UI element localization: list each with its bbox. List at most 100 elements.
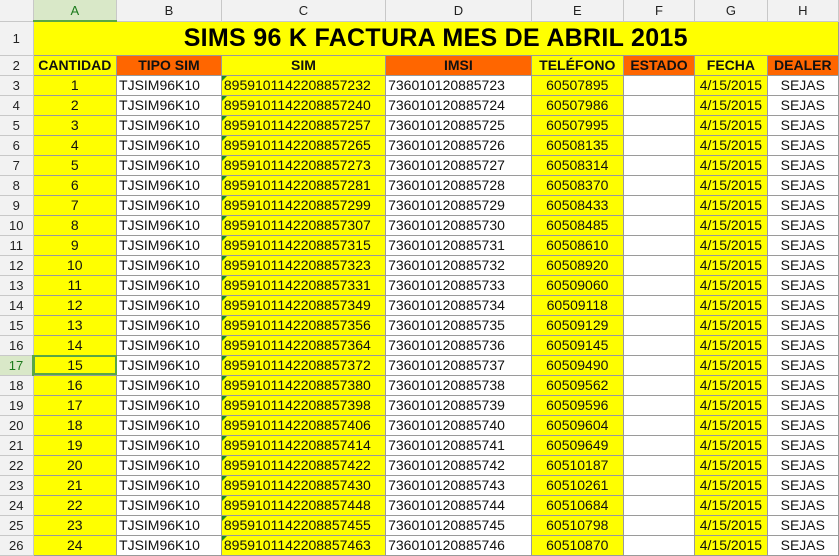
cell-telefono[interactable]: 60507995: [531, 115, 624, 136]
row-header[interactable]: 9: [0, 195, 34, 216]
cell-telefono[interactable]: 60508485: [531, 215, 624, 236]
cell-fecha[interactable]: 4/15/2015: [694, 495, 768, 516]
cell-estado[interactable]: [623, 135, 696, 156]
cell-imsi[interactable]: 736010120885739: [385, 395, 532, 416]
cell-tipo-sim[interactable]: TJSIM96K10: [116, 315, 222, 336]
cell-estado[interactable]: [623, 415, 696, 436]
cell-fecha[interactable]: 4/15/2015: [694, 535, 768, 556]
cell-cantidad[interactable]: 13: [33, 315, 118, 336]
cell-imsi[interactable]: 736010120885733: [385, 275, 532, 296]
cell-telefono[interactable]: 60510261: [531, 475, 624, 496]
cell-dealer[interactable]: SEJAS: [767, 215, 839, 236]
cell-cantidad[interactable]: 20: [33, 455, 118, 476]
cell-fecha[interactable]: 4/15/2015: [694, 435, 768, 456]
cell-estado[interactable]: [623, 255, 696, 276]
cell-dealer[interactable]: SEJAS: [767, 295, 839, 316]
cell-tipo-sim[interactable]: TJSIM96K10: [116, 155, 222, 176]
cell-estado[interactable]: [623, 295, 696, 316]
row-header[interactable]: 14: [0, 295, 34, 316]
cell-dealer[interactable]: SEJAS: [767, 95, 839, 116]
cell-fecha[interactable]: 4/15/2015: [694, 215, 768, 236]
cell-sim[interactable]: 8959101142208857265: [221, 135, 387, 156]
row-header[interactable]: 21: [0, 435, 34, 456]
row-header[interactable]: 24: [0, 495, 34, 516]
cell-fecha[interactable]: 4/15/2015: [694, 395, 768, 416]
cell-dealer[interactable]: SEJAS: [767, 155, 839, 176]
cell-telefono[interactable]: 60509490: [531, 355, 624, 376]
cell-dealer[interactable]: SEJAS: [767, 375, 839, 396]
cell-telefono[interactable]: 60510870: [531, 535, 624, 556]
cell-fecha[interactable]: 4/15/2015: [694, 275, 768, 296]
cell-dealer[interactable]: SEJAS: [767, 355, 839, 376]
cell-telefono[interactable]: 60508610: [531, 235, 624, 256]
row-header[interactable]: 5: [0, 115, 34, 136]
row-header[interactable]: 13: [0, 275, 34, 296]
cell-dealer[interactable]: SEJAS: [767, 335, 839, 356]
cell-fecha[interactable]: 4/15/2015: [694, 115, 768, 136]
cell-tipo-sim[interactable]: TJSIM96K10: [116, 135, 222, 156]
cell-imsi[interactable]: 736010120885738: [385, 375, 532, 396]
cell-imsi[interactable]: 736010120885727: [385, 155, 532, 176]
cell-sim[interactable]: 8959101142208857430: [221, 475, 387, 496]
cell-estado[interactable]: [623, 215, 696, 236]
cell-estado[interactable]: [623, 335, 696, 356]
cell-sim[interactable]: 8959101142208857315: [221, 235, 387, 256]
cell-sim[interactable]: 8959101142208857299: [221, 195, 387, 216]
cell-fecha[interactable]: 4/15/2015: [694, 355, 768, 376]
cell-tipo-sim[interactable]: TJSIM96K10: [116, 295, 222, 316]
cell-tipo-sim[interactable]: TJSIM96K10: [116, 175, 222, 196]
row-header[interactable]: 10: [0, 215, 34, 236]
cell-fecha[interactable]: 4/15/2015: [694, 95, 768, 116]
cell-dealer[interactable]: SEJAS: [767, 195, 839, 216]
cell-telefono[interactable]: 60509118: [531, 295, 624, 316]
cell-fecha[interactable]: 4/15/2015: [694, 375, 768, 396]
cell-estado[interactable]: [623, 195, 696, 216]
cell-fecha[interactable]: 4/15/2015: [694, 335, 768, 356]
cell-cantidad[interactable]: 18: [33, 415, 118, 436]
cell-tipo-sim[interactable]: TJSIM96K10: [116, 95, 222, 116]
row-header[interactable]: 7: [0, 155, 34, 176]
cell-estado[interactable]: [623, 75, 696, 96]
cell-dealer[interactable]: SEJAS: [767, 135, 839, 156]
cell-sim[interactable]: 8959101142208857422: [221, 455, 387, 476]
cell-sim[interactable]: 8959101142208857398: [221, 395, 387, 416]
cell-imsi[interactable]: 736010120885740: [385, 415, 532, 436]
cell-sim[interactable]: 8959101142208857380: [221, 375, 387, 396]
cell-tipo-sim[interactable]: TJSIM96K10: [116, 515, 222, 536]
cell-fecha[interactable]: 4/15/2015: [694, 135, 768, 156]
cell-sim[interactable]: 8959101142208857463: [221, 535, 387, 556]
cell-tipo-sim[interactable]: TJSIM96K10: [116, 195, 222, 216]
row-header[interactable]: 12: [0, 255, 34, 276]
header-dealer[interactable]: DEALER: [767, 55, 839, 76]
cell-cantidad[interactable]: 3: [33, 115, 118, 136]
row-header[interactable]: 4: [0, 95, 34, 116]
header-estado[interactable]: ESTADO: [623, 55, 696, 76]
cell-cantidad[interactable]: 7: [33, 195, 118, 216]
cell-cantidad[interactable]: 9: [33, 235, 118, 256]
cell-imsi[interactable]: 736010120885745: [385, 515, 532, 536]
cell-imsi[interactable]: 736010120885746: [385, 535, 532, 556]
cell-estado[interactable]: [623, 535, 696, 556]
cell-estado[interactable]: [623, 495, 696, 516]
row-header[interactable]: 17: [0, 355, 35, 376]
cell-dealer[interactable]: SEJAS: [767, 235, 839, 256]
cell-tipo-sim[interactable]: TJSIM96K10: [116, 215, 222, 236]
header-sim[interactable]: SIM: [221, 55, 387, 76]
cell-sim[interactable]: 8959101142208857307: [221, 215, 387, 236]
cell-fecha[interactable]: 4/15/2015: [694, 295, 768, 316]
cell-sim[interactable]: 8959101142208857323: [221, 255, 387, 276]
cell-cantidad[interactable]: 21: [33, 475, 118, 496]
cell-cantidad[interactable]: 2: [33, 95, 118, 116]
header-telefono[interactable]: TELÉFONO: [531, 55, 624, 76]
cell-dealer[interactable]: SEJAS: [767, 275, 839, 296]
cell-sim[interactable]: 8959101142208857281: [221, 175, 387, 196]
cell-estado[interactable]: [623, 395, 696, 416]
cell-estado[interactable]: [623, 455, 696, 476]
cell-cantidad[interactable]: 17: [33, 395, 118, 416]
cell-sim[interactable]: 8959101142208857372: [221, 355, 387, 376]
cell-cantidad[interactable]: 8: [33, 215, 118, 236]
cell-estado[interactable]: [623, 115, 696, 136]
cell-tipo-sim[interactable]: TJSIM96K10: [116, 535, 222, 556]
cell-sim[interactable]: 8959101142208857414: [221, 435, 387, 456]
cell-tipo-sim[interactable]: TJSIM96K10: [116, 75, 222, 96]
